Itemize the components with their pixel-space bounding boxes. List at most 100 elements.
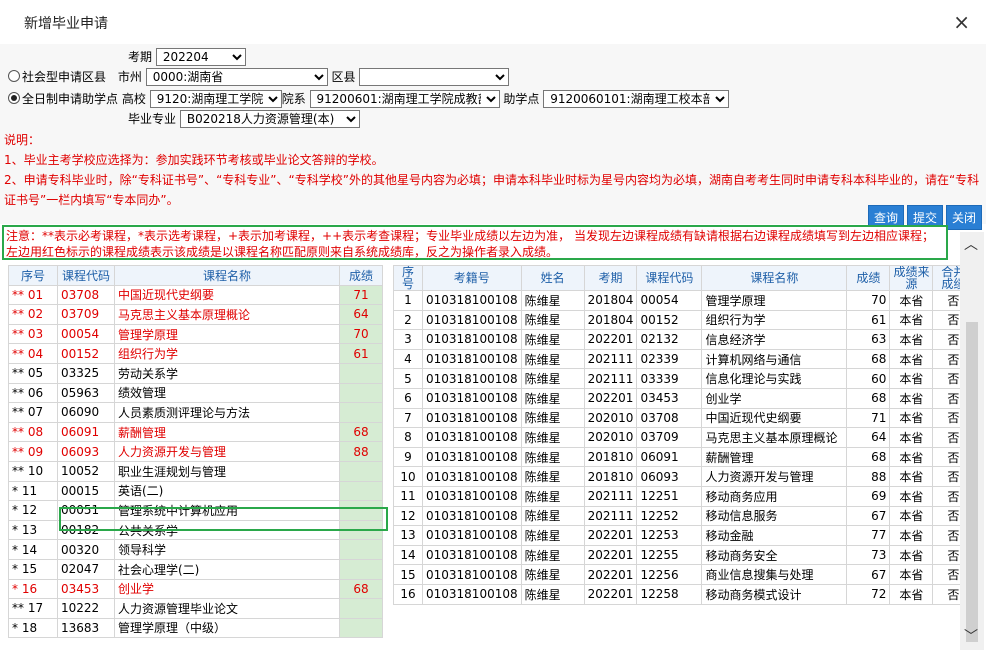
right-cell-term: 201810 xyxy=(583,446,638,468)
table-row[interactable]: * 12 00051 管理系统中计算机应用 xyxy=(8,500,383,521)
table-row[interactable]: 2 010318100108 陈维星 201804 00152 组织行为学 61 本省否 xyxy=(393,309,975,331)
table-row[interactable]: 7 010318100108 陈维星 202010 03708 中国近现代史纲要 71 本省否 xyxy=(393,407,975,429)
chevron-up-icon[interactable]: ︿ xyxy=(964,234,978,254)
right-cell-score: 63 xyxy=(846,329,891,350)
scroll-thumb[interactable] xyxy=(966,322,978,642)
right-cell-term: 202201 xyxy=(583,329,638,350)
left-cell-no: ** 06 xyxy=(8,382,58,404)
right-cell-course: 马克思主义基本原理概论 xyxy=(701,427,848,448)
right-cell-name: 陈维星 xyxy=(520,368,585,389)
table-row[interactable]: 10 010318100108 陈维星 201810 06093 人力资源开发与管理 88 本… xyxy=(393,466,975,487)
left-cell-score xyxy=(339,480,383,502)
right-cell-name: 陈维星 xyxy=(520,525,585,546)
legend-notice: 注意：**表示必考课程，*表示选考课程，+表示加考课程，++表示考查课程；专业毕… xyxy=(2,225,948,260)
left-cell-name: 管理系统中计算机应用 xyxy=(114,500,340,521)
table-row[interactable]: 6 010318100108 陈维星 202201 03453 创业学 68 本省否 xyxy=(393,387,975,409)
table-row[interactable]: 8 010318100108 陈维星 202010 03709 马克思主义基本原理概论 64… xyxy=(393,427,975,448)
right-cell-id: 010318100108 xyxy=(422,446,522,468)
table-row[interactable]: * 15 02047 社会心理学(二) xyxy=(8,558,383,580)
left-cell-no: * 16 xyxy=(8,578,58,600)
right-cell-score: 88 xyxy=(846,466,891,487)
left-cell-no: ** 08 xyxy=(8,421,58,443)
right-cell-name: 陈维星 xyxy=(520,485,585,507)
table-row[interactable]: ** 05 03325 劳动关系学 xyxy=(8,362,383,384)
right-cell-src: 本省 xyxy=(889,290,934,311)
shizhou-select[interactable]: 0000:湖南省 xyxy=(145,68,328,86)
left-cell-code: 03708 xyxy=(57,284,115,306)
left-cell-name: 社会心理学(二) xyxy=(114,558,340,580)
quxian-select[interactable] xyxy=(359,68,510,86)
zhuanye-select[interactable]: B020218人力资源管理(本) xyxy=(179,110,360,128)
table-row[interactable]: 3 010318100108 陈维星 202201 02132 信息经济学 63 本省否 xyxy=(393,329,975,350)
right-cell-name: 陈维星 xyxy=(520,564,585,585)
table-row[interactable]: * 16 03453 创业学 68 xyxy=(8,578,383,600)
right-cell-term: 202111 xyxy=(583,368,638,389)
table-row[interactable]: 16 010318100108 陈维星 202201 12258 移动商务模式设计 72 本省… xyxy=(393,583,975,605)
table-row[interactable]: 4 010318100108 陈维星 202111 02339 计算机网络与通信 68 本省否 xyxy=(393,348,975,370)
table-row[interactable]: * 18 13683 管理学原理（中级） xyxy=(8,617,383,639)
left-cell-score xyxy=(339,382,383,404)
right-cell-code: 06093 xyxy=(636,466,703,487)
radio-fulltime[interactable] xyxy=(8,92,20,104)
table-row[interactable]: 1 010318100108 陈维星 201804 00054 管理学原理 70 本省否 xyxy=(393,290,975,311)
left-cell-code: 13683 xyxy=(57,617,115,639)
right-cell-code: 12256 xyxy=(636,564,703,585)
table-row[interactable]: 15 010318100108 陈维星 202201 12256 商业信息搜集与处理 67 本… xyxy=(393,564,975,585)
close-icon[interactable]: × xyxy=(953,10,970,34)
right-table-body: 1 010318100108 陈维星 201804 00054 管理学原理 70 本省否 2 01… xyxy=(393,290,975,605)
table-row[interactable]: ** 01 03708 中国近现代史纲要 71 xyxy=(8,284,383,306)
shizhou-label: 市州 xyxy=(117,70,142,84)
table-row[interactable]: 12 010318100108 陈维星 202111 12252 移动信息服务 67 本省否 xyxy=(393,505,975,527)
right-cell-course: 中国近现代史纲要 xyxy=(701,407,848,429)
close-button[interactable]: 关闭 xyxy=(945,205,982,230)
right-cell-course: 移动金融 xyxy=(701,525,848,546)
left-cell-code: 05963 xyxy=(57,382,115,404)
table-row[interactable]: * 14 00320 领导科学 xyxy=(8,539,383,560)
left-cell-name: 英语(二) xyxy=(114,480,340,502)
table-row[interactable]: 9 010318100108 陈维星 201810 06091 薪酬管理 68 本省否 xyxy=(393,446,975,468)
table-row[interactable]: 13 010318100108 陈维星 202201 12253 移动金融 77 本省否 xyxy=(393,525,975,546)
right-cell-term: 202201 xyxy=(583,544,638,566)
radio-social[interactable] xyxy=(8,70,20,82)
right-cell-src: 本省 xyxy=(889,446,934,468)
table-row[interactable]: 5 010318100108 陈维星 202111 03339 信息化理论与实践 60 本省否 xyxy=(393,368,975,389)
table-row[interactable]: 11 010318100108 陈维星 202111 12251 移动商务应用 69 本省否 xyxy=(393,485,975,507)
yuanxi-select[interactable]: 91200601:湖南理工学院成教部 xyxy=(309,90,500,108)
right-cell-score: 61 xyxy=(846,309,891,331)
table-row[interactable]: ** 04 00152 组织行为学 61 xyxy=(8,343,383,364)
scrollbar[interactable]: ︿ ﹀ xyxy=(960,232,984,650)
table-row[interactable]: ** 09 06093 人力资源开发与管理 88 xyxy=(8,441,383,462)
chevron-down-icon[interactable]: ﹀ xyxy=(964,626,978,646)
left-cell-code: 00152 xyxy=(57,343,115,364)
left-cell-name: 创业学 xyxy=(114,578,340,600)
right-cell-src: 本省 xyxy=(889,564,934,585)
right-cell-course: 人力资源开发与管理 xyxy=(701,466,848,487)
right-cell-src: 本省 xyxy=(889,368,934,389)
table-row[interactable]: ** 08 06091 薪酬管理 68 xyxy=(8,421,383,443)
right-cell-no: 16 xyxy=(393,583,423,605)
table-row[interactable]: * 11 00015 英语(二) xyxy=(8,480,383,502)
table-row[interactable]: ** 17 10222 人力资源管理毕业论文 xyxy=(8,598,383,619)
gaoxiao-select[interactable]: 9120:湖南理工学院 xyxy=(149,90,282,108)
left-cell-no: ** 03 xyxy=(8,323,58,345)
right-cell-score: 69 xyxy=(846,485,891,507)
table-row[interactable]: ** 10 10052 职业生涯规划与管理 xyxy=(8,460,383,482)
left-cell-no: * 11 xyxy=(8,480,58,502)
left-cell-name: 劳动关系学 xyxy=(114,362,340,384)
table-row[interactable]: ** 07 06090 人员素质测评理论与方法 xyxy=(8,402,383,423)
zhuxue-select[interactable]: 9120060101:湖南理工校本部 xyxy=(543,90,730,108)
kaoqi-select[interactable]: 202204 xyxy=(155,48,246,66)
table-row[interactable]: ** 03 00054 管理学原理 70 xyxy=(8,323,383,345)
right-cell-src: 本省 xyxy=(889,525,934,546)
left-cell-no: * 18 xyxy=(8,617,58,639)
right-cell-code: 12251 xyxy=(636,485,703,507)
right-col-header: 考期 xyxy=(583,265,638,291)
table-row[interactable]: * 13 00182 公共关系学 xyxy=(8,519,383,541)
table-row[interactable]: 14 010318100108 陈维星 202201 12255 移动商务安全 73 本省否 xyxy=(393,544,975,566)
table-row[interactable]: ** 06 05963 绩效管理 xyxy=(8,382,383,404)
right-cell-score: 67 xyxy=(846,564,891,585)
kaoqi-label: 考期 xyxy=(128,50,153,64)
left-cell-score: 64 xyxy=(339,304,383,325)
table-row[interactable]: ** 02 03709 马克思主义基本原理概论 64 xyxy=(8,304,383,325)
right-cell-score: 68 xyxy=(846,348,891,370)
